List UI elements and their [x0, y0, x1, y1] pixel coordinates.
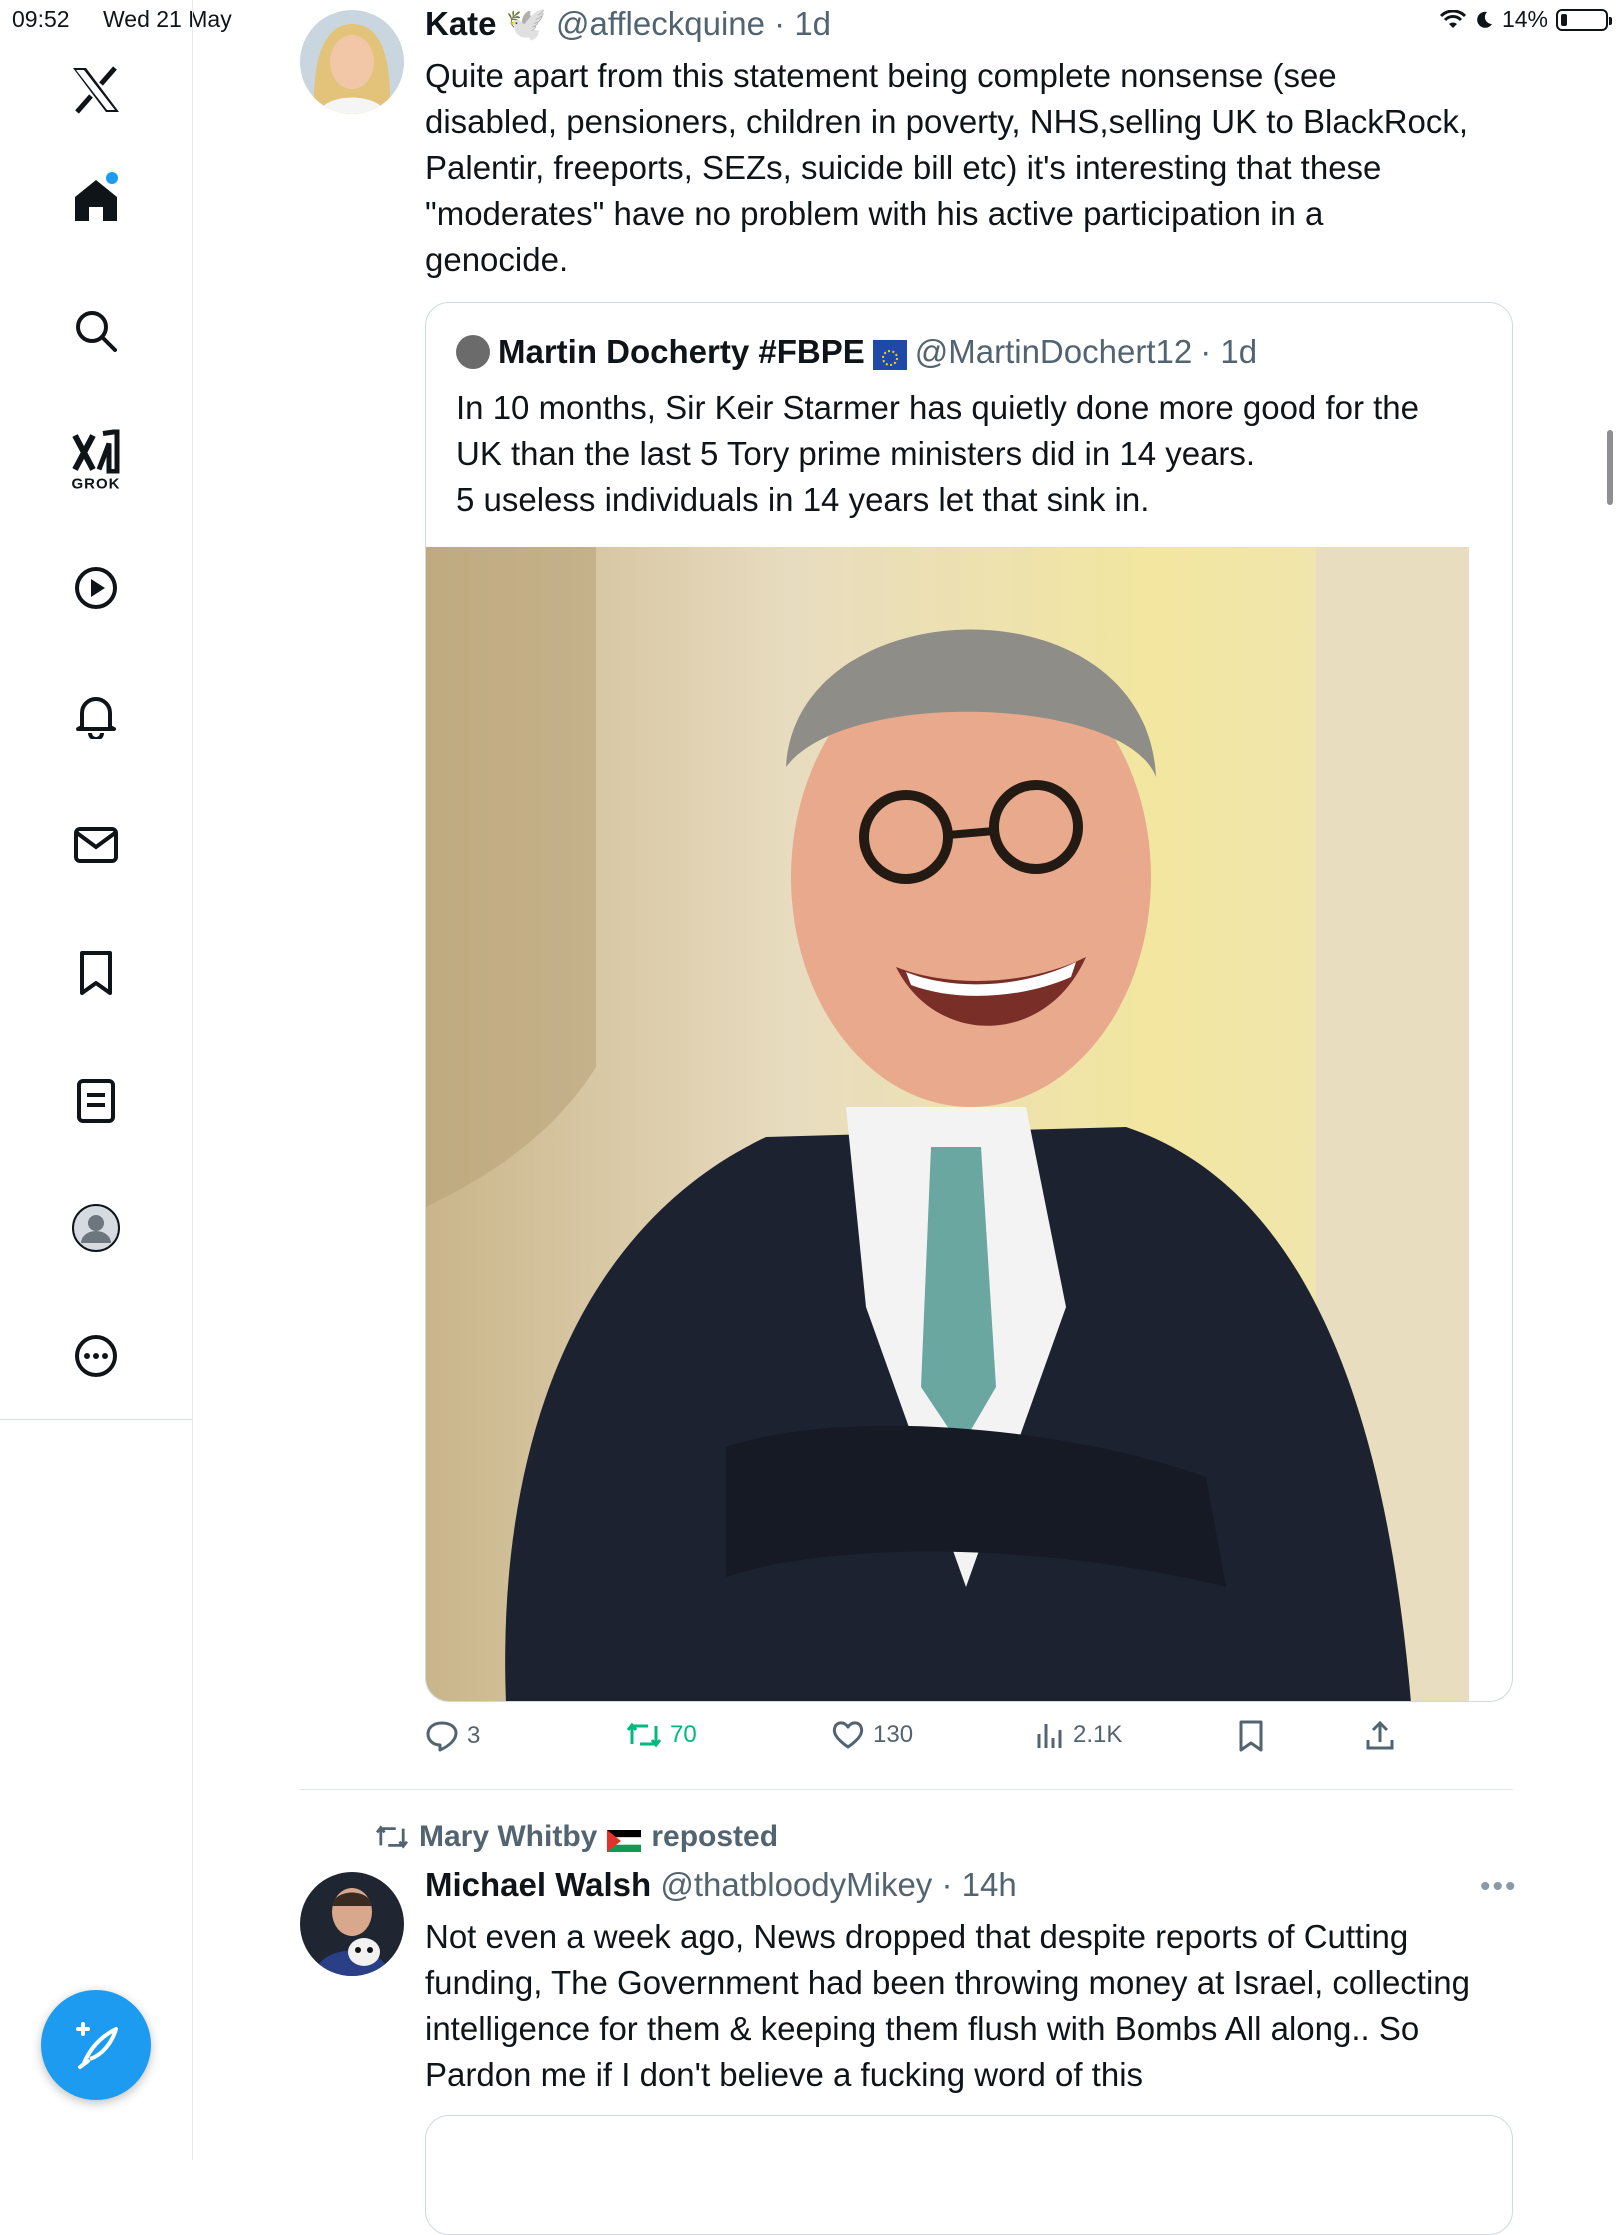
status-indicators: 14% [1439, 6, 1612, 33]
tweet-time[interactable]: · 14h [941, 1866, 1016, 1903]
notifications-icon [76, 697, 116, 739]
reply-icon [426, 1721, 458, 1752]
messages-icon [74, 827, 118, 863]
views-button[interactable]: 2.1K [1035, 1720, 1122, 1750]
sidebar-item-search[interactable] [74, 309, 118, 353]
text-line: Not even a week ago, News dropped that d… [425, 1918, 1409, 1955]
heart-icon [832, 1721, 864, 1749]
tweet-text: Not even a week ago, News dropped that d… [425, 1914, 1470, 2098]
text-line: funding, The Government had been throwin… [425, 1964, 1471, 2001]
lists-icon [77, 1079, 115, 1123]
reposter-name[interactable]: Mary Whitby [419, 1820, 597, 1854]
video-icon [75, 567, 117, 609]
palestine-flag-icon [607, 1826, 642, 1852]
profile-icon [72, 1204, 120, 1252]
author-handle[interactable]: @affleckquine [556, 5, 765, 42]
quote-time[interactable]: · 1d [1200, 333, 1257, 371]
text-line: Quite apart from this statement being co… [425, 57, 1337, 94]
moon-icon [1477, 11, 1492, 28]
tweet-text: Quite apart from this statement being co… [425, 53, 1468, 283]
reposted-label: reposted [651, 1820, 779, 1853]
repost-button[interactable]: 70 [626, 1720, 697, 1750]
quote-avatar[interactable] [456, 335, 490, 369]
avatar[interactable] [300, 10, 404, 114]
eu-flag-icon [872, 340, 907, 370]
text-line: intelligence for them & keeping them flu… [425, 2010, 1420, 2047]
author-name[interactable]: Michael Walsh [425, 1866, 651, 1903]
compose-button[interactable] [41, 1990, 151, 2100]
bookmark-button[interactable] [1238, 1720, 1264, 1752]
tweet-header: Michael Walsh @thatbloodyMikey · 14h [425, 1866, 1017, 1904]
sidebar: GROK [0, 0, 193, 2160]
quote-author-handle[interactable]: @MartinDochert12 [915, 333, 1192, 371]
like-count: 130 [873, 1721, 914, 1748]
sidebar-item-lists[interactable] [77, 1079, 115, 1123]
text-line: Palentir, freeports, SEZs, suicide bill … [425, 149, 1382, 186]
more-icon [75, 1335, 117, 1377]
x-logo[interactable] [71, 66, 121, 114]
reply-count: 3 [467, 1722, 481, 1749]
quote-header: Martin Docherty #FBPE @MartinDochert12 ·… [456, 333, 1257, 371]
search-icon [76, 311, 117, 352]
quote-author-name[interactable]: Martin Docherty #FBPE [498, 333, 865, 371]
repost-icon [375, 1825, 409, 1849]
more-options-button[interactable]: ••• [1480, 1870, 1518, 1904]
sidebar-item-messages[interactable] [74, 827, 118, 863]
sidebar-item-more[interactable] [74, 1334, 118, 1378]
text-line: UK than the last 5 Tory prime ministers … [456, 435, 1256, 472]
share-button[interactable] [1364, 1720, 1396, 1752]
sidebar-divider [0, 1419, 192, 1420]
text-line: disabled, pensioners, children in povert… [425, 103, 1469, 140]
views-icon [1037, 1724, 1062, 1748]
text-line: 5 useless individuals in 14 years let th… [456, 481, 1150, 518]
author-name[interactable]: Kate [425, 5, 497, 42]
quote-text: In 10 months, Sir Keir Starmer has quiet… [456, 385, 1419, 523]
text-line: Pardon me if I don't believe a fucking w… [425, 2056, 1144, 2093]
text-line: "moderates" have no problem with his act… [425, 195, 1324, 232]
tweet-divider [300, 1789, 1513, 1790]
reply-button[interactable]: 3 [425, 1720, 480, 1752]
quoted-tweet-partial[interactable] [425, 2115, 1513, 2235]
bookmark-icon [1239, 1720, 1263, 1752]
wifi-icon [1439, 9, 1466, 28]
sidebar-item-notifications[interactable] [74, 693, 118, 739]
battery-percent: 14% [1501, 6, 1548, 32]
bookmarks-icon [80, 951, 112, 995]
notification-dot [106, 172, 118, 184]
grok-label: GROK [71, 475, 121, 493]
tweet-time[interactable]: · 1d [774, 5, 831, 42]
grok-icon [72, 429, 120, 474]
tweet-header: Kate 🕊️ @affleckquine · 1d [425, 5, 831, 44]
share-icon [1366, 1720, 1394, 1750]
repost-icon [626, 1722, 662, 1748]
quoted-tweet[interactable]: Martin Docherty #FBPE @MartinDochert12 ·… [425, 302, 1513, 1702]
author-handle[interactable]: @thatbloodyMikey [660, 1866, 932, 1903]
like-button[interactable]: 130 [831, 1720, 913, 1750]
avatar[interactable] [300, 1872, 404, 1976]
sidebar-item-grok[interactable]: GROK [71, 429, 121, 493]
compose-icon [76, 2022, 118, 2069]
sidebar-item-bookmarks[interactable] [78, 951, 114, 995]
name-emoji: 🕊️ [505, 5, 547, 42]
sidebar-item-video[interactable] [74, 566, 118, 610]
scrollbar[interactable] [1607, 430, 1613, 505]
views-count: 2.1K [1073, 1721, 1123, 1748]
battery-icon [1556, 8, 1612, 31]
text-line: genocide. [425, 241, 569, 278]
text-line: In 10 months, Sir Keir Starmer has quiet… [456, 389, 1419, 426]
quote-photo[interactable] [426, 547, 1469, 1701]
repost-banner[interactable]: Mary Whitby reposted [375, 1820, 778, 1854]
repost-count: 70 [670, 1721, 697, 1748]
sidebar-item-profile[interactable] [71, 1203, 121, 1253]
